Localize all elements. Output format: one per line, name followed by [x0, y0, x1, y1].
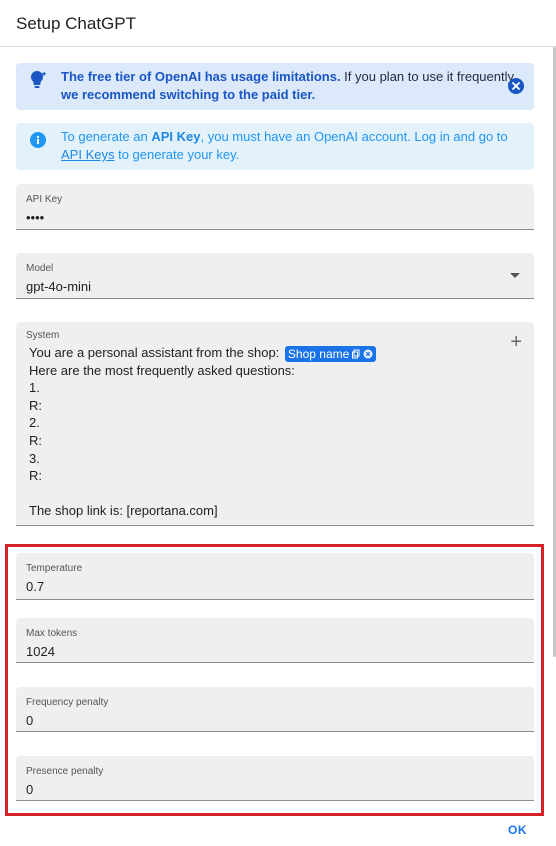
- presence-penalty-value[interactable]: 0: [26, 782, 33, 797]
- close-icon: [512, 82, 520, 90]
- temperature-field[interactable]: Temperature 0.7: [16, 553, 534, 600]
- warning-text: If you plan to use it frequently,: [340, 69, 517, 84]
- shop-name-chip[interactable]: Shop name: [284, 345, 377, 362]
- system-label: System: [26, 330, 60, 341]
- api-key-value[interactable]: ••••: [26, 210, 44, 225]
- system-line: R:: [29, 468, 42, 484]
- api-key-label: API Key: [26, 194, 63, 205]
- copy-icon: [352, 349, 360, 359]
- api-key-field[interactable]: API Key ••••: [16, 184, 534, 230]
- system-line: You are a personal assistant from the sh…: [29, 344, 377, 362]
- system-line: 3.: [29, 450, 40, 466]
- system-line-prefix: You are a personal assistant from the sh…: [29, 345, 283, 360]
- system-prompt-text[interactable]: You are a personal assistant from the sh…: [29, 344, 377, 520]
- system-line: The shop link is: [reportana.com]: [29, 503, 218, 519]
- max-tokens-label: Max tokens: [26, 628, 78, 639]
- remove-chip-icon: [363, 349, 373, 359]
- close-alert-button[interactable]: [508, 78, 524, 94]
- temperature-label: Temperature: [26, 563, 83, 574]
- presence-penalty-field[interactable]: Presence penalty 0: [16, 756, 534, 801]
- chevron-down-icon[interactable]: [510, 273, 520, 278]
- dialog-content: The free tier of OpenAI has usage limita…: [0, 47, 556, 812]
- api-keys-link[interactable]: API Keys: [61, 147, 114, 162]
- frequency-penalty-value[interactable]: 0: [26, 713, 33, 728]
- info-text-1: To generate an: [61, 129, 152, 144]
- dialog-title: Setup ChatGPT: [16, 14, 137, 33]
- temperature-value[interactable]: 0.7: [26, 579, 44, 594]
- model-select[interactable]: Model gpt-4o-mini: [16, 253, 534, 299]
- shop-name-chip-label: Shop name: [287, 346, 350, 361]
- model-value[interactable]: gpt-4o-mini: [26, 279, 91, 294]
- frequency-penalty-label: Frequency penalty: [26, 697, 109, 708]
- add-variable-icon[interactable]: +: [510, 332, 522, 352]
- lightbulb-icon: [28, 69, 50, 91]
- usage-warning-alert: The free tier of OpenAI has usage limita…: [16, 63, 534, 110]
- system-line: 1.: [29, 380, 40, 396]
- presence-penalty-label: Presence penalty: [26, 766, 104, 777]
- system-line: 2.: [29, 415, 40, 431]
- system-line: R:: [29, 397, 42, 413]
- system-line: R:: [29, 432, 42, 448]
- max-tokens-field[interactable]: Max tokens 1024: [16, 618, 534, 663]
- info-text-3: to generate your key.: [114, 147, 240, 162]
- model-label: Model: [26, 263, 54, 274]
- system-prompt-field[interactable]: System + You are a personal assistant fr…: [16, 322, 534, 526]
- dialog-header: Setup ChatGPT: [0, 0, 556, 47]
- max-tokens-value[interactable]: 1024: [26, 644, 55, 659]
- api-key-info-alert: To generate an API Key, you must have an…: [16, 123, 534, 170]
- frequency-penalty-field[interactable]: Frequency penalty 0: [16, 687, 534, 732]
- system-line: [29, 485, 376, 503]
- info-text-2: , you must have an OpenAI account. Log i…: [200, 129, 508, 144]
- warning-bold-text: The free tier of OpenAI has usage limita…: [61, 69, 341, 84]
- ok-button[interactable]: OK: [508, 823, 527, 837]
- warning-recommend-text: we recommend switching to the paid tier.: [61, 87, 316, 102]
- system-line: Here are the most frequently asked quest…: [29, 362, 295, 378]
- info-api-key-bold: API Key: [151, 129, 201, 144]
- info-icon: [28, 130, 50, 152]
